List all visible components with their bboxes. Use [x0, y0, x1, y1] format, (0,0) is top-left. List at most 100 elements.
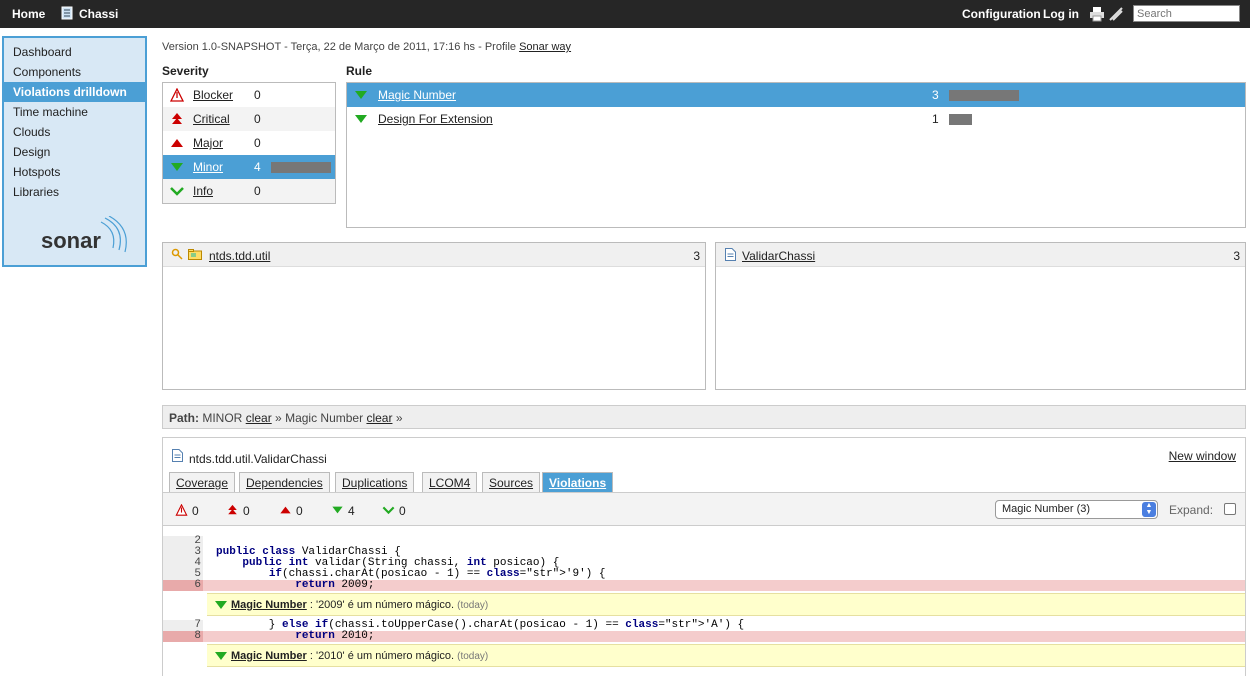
version-text: Version 1.0-SNAPSHOT - Terça, 22 de Març…	[162, 41, 520, 53]
minor-icon	[354, 89, 368, 101]
project-icon	[61, 6, 75, 23]
critical-count: 0	[243, 504, 250, 518]
login-link[interactable]: Log in	[1043, 7, 1079, 21]
print-icon[interactable]	[1089, 6, 1105, 25]
package-count: 3	[693, 249, 700, 263]
minor-icon	[170, 160, 184, 174]
violation-rule-link[interactable]: Magic Number	[231, 650, 307, 662]
severity-row-blocker[interactable]: Blocker 0	[163, 83, 335, 107]
tab-label[interactable]: Duplications	[342, 476, 407, 490]
home-link[interactable]: Home	[12, 7, 45, 21]
severity-list: Blocker 0 Critical 0 Major 0 Minor 4 Inf…	[162, 82, 336, 204]
violations-toolbar: 0 0 0 4 0 Magic Number (3) ▲ ▼ Expand:	[163, 492, 1245, 526]
info-icon	[170, 184, 184, 198]
minor-icon	[331, 504, 344, 516]
sidebar-item-libraries[interactable]: Libraries	[4, 182, 145, 202]
breadcrumb: Path: MINOR clear » Magic Number clear »	[162, 405, 1246, 429]
tab-duplications[interactable]: Duplications	[335, 472, 415, 492]
package-row[interactable]: ntds.tdd.util 3	[163, 243, 705, 267]
rule-label[interactable]: Magic Number	[378, 88, 456, 102]
minor-icon	[215, 651, 227, 661]
severity-label[interactable]: Blocker	[193, 88, 233, 102]
line-number: 8	[163, 631, 203, 642]
sidebar-item-hotspots[interactable]: Hotspots	[4, 162, 145, 182]
info-icon	[382, 504, 395, 516]
severity-row-minor[interactable]: Minor 4	[163, 155, 335, 179]
severity-row-info[interactable]: Info 0	[163, 179, 335, 203]
project-link[interactable]: Chassi	[79, 7, 118, 21]
expand-checkbox[interactable]	[1224, 503, 1236, 515]
severity-label[interactable]: Info	[193, 184, 213, 198]
sidebar-item-violations-drilldown[interactable]: Violations drilldown	[4, 82, 145, 102]
new-window-link[interactable]: New window	[1169, 449, 1236, 463]
tab-label[interactable]: Sources	[489, 476, 533, 490]
search-input[interactable]	[1133, 5, 1240, 22]
blocker-count: 0	[192, 504, 199, 518]
severity-row-major[interactable]: Major 0	[163, 131, 335, 155]
files-box: ValidarChassi 3	[715, 242, 1246, 390]
severity-count: 0	[254, 136, 261, 150]
violation-rule-link[interactable]: Magic Number	[231, 599, 307, 611]
profile-link[interactable]: Sonar way	[519, 41, 571, 53]
severity-label[interactable]: Major	[193, 136, 223, 150]
path-label: Path:	[169, 411, 199, 425]
tab-label[interactable]: Coverage	[176, 476, 228, 490]
sidebar: Dashboard Components Violations drilldow…	[2, 36, 147, 267]
line-code: return 2009;	[295, 579, 375, 591]
tab-label[interactable]: Dependencies	[246, 476, 323, 490]
tab-lcom4[interactable]: LCOM4	[422, 472, 478, 492]
info-count: 0	[399, 504, 406, 518]
tab-coverage[interactable]: Coverage	[169, 472, 236, 492]
file-row[interactable]: ValidarChassi 3	[716, 243, 1245, 267]
tab-violations[interactable]: Violations	[542, 472, 614, 492]
severity-bar	[271, 162, 331, 173]
rule-row-design-for-extension[interactable]: Design For Extension 1	[347, 107, 1245, 131]
violation-date: (today)	[457, 651, 489, 662]
expand-label: Expand:	[1169, 503, 1214, 517]
rule-select-value: Magic Number (3)	[1002, 503, 1091, 515]
rule-bar	[949, 90, 1019, 101]
sidebar-item-clouds[interactable]: Clouds	[4, 122, 145, 142]
clear-severity-link[interactable]: clear	[246, 411, 272, 425]
sonar-logo[interactable]: sonar	[39, 215, 129, 256]
critical-icon	[170, 112, 184, 126]
configuration-link[interactable]: Configuration	[962, 7, 1041, 21]
severity-row-critical[interactable]: Critical 0	[163, 107, 335, 131]
minor-count: 4	[348, 504, 355, 518]
rule-row-magic-number[interactable]: Magic Number 3	[347, 83, 1245, 107]
zoom-icon[interactable]	[171, 248, 183, 263]
packages-box: ntds.tdd.util 3	[162, 242, 706, 390]
package-name[interactable]: ntds.tdd.util	[209, 249, 270, 263]
severity-label[interactable]: Critical	[193, 112, 230, 126]
tab-dependencies[interactable]: Dependencies	[239, 472, 330, 492]
rule-select[interactable]: Magic Number (3) ▲ ▼	[995, 500, 1158, 519]
sidebar-item-design[interactable]: Design	[4, 142, 145, 162]
tab-label[interactable]: LCOM4	[429, 476, 470, 490]
minor-icon	[215, 600, 227, 610]
minor-icon	[354, 113, 368, 125]
sidebar-item-dashboard[interactable]: Dashboard	[4, 42, 145, 62]
sidebar-item-components[interactable]: Components	[4, 62, 145, 82]
file-count: 3	[1233, 249, 1240, 263]
file-name[interactable]: ValidarChassi	[742, 249, 815, 263]
severity-count: 0	[254, 112, 261, 126]
tab-label[interactable]: Violations	[549, 476, 606, 490]
clear-rule-link[interactable]: clear	[366, 411, 392, 425]
path-separator: »	[275, 411, 282, 425]
code-line-violation: 8 return 2010;	[163, 631, 1245, 642]
tab-sources[interactable]: Sources	[482, 472, 541, 492]
logo-text: sonar	[41, 228, 101, 253]
file-icon	[172, 449, 183, 465]
severity-header: Severity	[162, 64, 209, 78]
sidebar-item-time-machine[interactable]: Time machine	[4, 102, 145, 122]
file-icon	[725, 248, 736, 264]
path-severity: MINOR	[202, 411, 243, 425]
path-rule: Magic Number	[285, 411, 364, 425]
major-icon	[279, 504, 292, 516]
permalink-icon[interactable]	[1108, 6, 1124, 25]
violation-text: Magic Number : '2010' é um número mágico…	[231, 650, 488, 662]
rule-count: 1	[932, 112, 939, 126]
code-line-violation: 6 return 2009;	[163, 580, 1245, 591]
rule-label[interactable]: Design For Extension	[378, 112, 493, 126]
severity-label[interactable]: Minor	[193, 160, 223, 174]
